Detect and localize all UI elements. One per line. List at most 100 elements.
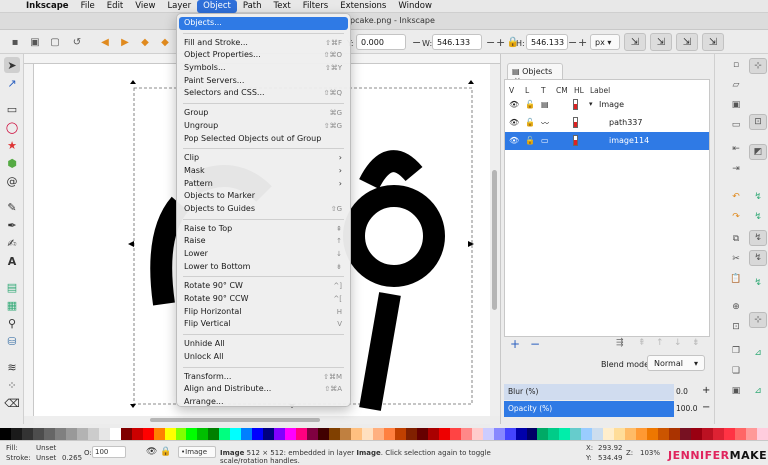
- h-input[interactable]: 546.133: [526, 34, 568, 50]
- stroke-width[interactable]: 0.265: [62, 454, 82, 462]
- select-in-all-layers-icon[interactable]: ▣: [26, 34, 44, 50]
- menu-item-symbols[interactable]: Symbols... ⇧⌘Y: [177, 62, 350, 75]
- move-patterns-icon[interactable]: ⇲: [702, 33, 724, 51]
- opacity-input[interactable]: 100: [92, 446, 126, 458]
- menu-item-ungroup[interactable]: Ungroup ⇧⌘G: [177, 120, 350, 133]
- snap-grid-icon[interactable]: ⊿: [751, 384, 765, 398]
- menu-item-transform[interactable]: Transform... ⇧⌘M: [177, 371, 350, 384]
- color-swatch[interactable]: [307, 428, 319, 440]
- blur-value[interactable]: 0.0: [676, 387, 688, 396]
- color-swatch[interactable]: [285, 428, 297, 440]
- star-tool-icon[interactable]: ★: [4, 137, 20, 153]
- y-decrement[interactable]: −: [412, 36, 421, 49]
- move-gradients-icon[interactable]: ⇲: [676, 33, 698, 51]
- blend-mode-select[interactable]: Normal ▾: [647, 355, 705, 371]
- color-swatch[interactable]: [570, 428, 582, 440]
- opacity-value[interactable]: 100.0: [676, 404, 697, 413]
- object-row-image114[interactable]: 👁 🔓 ▭ image114: [505, 132, 709, 150]
- text-tool-icon[interactable]: A: [4, 253, 20, 269]
- color-swatch[interactable]: [361, 428, 373, 440]
- menu-item-unhide-all[interactable]: Unhide All: [177, 338, 350, 351]
- menu-item-raise-to-top[interactable]: Raise to Top ⇞: [177, 223, 350, 236]
- color-swatch[interactable]: [427, 428, 439, 440]
- color-swatch[interactable]: [186, 428, 198, 440]
- rotate-right-icon[interactable]: ▶: [116, 34, 134, 50]
- menu-item-objects[interactable]: Objects...: [179, 17, 348, 30]
- redo-icon[interactable]: ↷: [729, 210, 743, 224]
- eye-icon[interactable]: 👁: [509, 100, 519, 109]
- menu-item-paint-servers[interactable]: Paint Servers...: [177, 75, 350, 88]
- raise-to-top-icon[interactable]: ⇞: [638, 338, 646, 348]
- select-all-icon[interactable]: ▪: [6, 34, 24, 50]
- rotate-left-icon[interactable]: ◀: [96, 34, 114, 50]
- pen-tool-icon[interactable]: ✒: [4, 217, 20, 233]
- mesh-tool-icon[interactable]: ▦: [4, 297, 20, 313]
- menu-item-lower-to-bottom[interactable]: Lower to Bottom ⇟: [177, 261, 350, 274]
- node-tool-icon[interactable]: ↗: [4, 75, 20, 91]
- group-objects-icon[interactable]: ▣: [729, 384, 743, 398]
- color-swatch[interactable]: [471, 428, 483, 440]
- clone-icon[interactable]: ❏: [729, 364, 743, 378]
- color-swatch[interactable]: [208, 428, 220, 440]
- menu-item-fill-and-stroke[interactable]: Fill and Stroke... ⇧⌘F: [177, 37, 350, 50]
- highlight-swatch[interactable]: [573, 117, 578, 128]
- menu-item-flip-vertical[interactable]: Flip Vertical V: [177, 318, 350, 331]
- color-swatch[interactable]: [329, 428, 341, 440]
- menu-item-pop-selected-objects-out-of-group[interactable]: Pop Selected Objects out of Group: [177, 133, 350, 146]
- color-swatch[interactable]: [0, 428, 11, 440]
- color-swatch[interactable]: [394, 428, 406, 440]
- color-swatch[interactable]: [197, 428, 209, 440]
- duplicate-icon[interactable]: ❐: [729, 344, 743, 358]
- color-swatch[interactable]: [65, 428, 77, 440]
- color-swatch[interactable]: [614, 428, 626, 440]
- color-swatch[interactable]: [537, 428, 549, 440]
- highlight-swatch[interactable]: [573, 135, 578, 146]
- menu-inkscape[interactable]: Inkscape: [20, 0, 75, 13]
- print-icon[interactable]: ▭: [729, 118, 743, 132]
- color-swatch[interactable]: [120, 428, 132, 440]
- menu-view[interactable]: View: [129, 0, 161, 13]
- eye-icon[interactable]: 👁: [509, 118, 519, 127]
- dropper-tool-icon[interactable]: ⚲: [4, 315, 20, 331]
- flip-vertical-icon[interactable]: ◆: [156, 34, 174, 50]
- zoom-value[interactable]: 103%: [640, 449, 660, 457]
- color-swatch[interactable]: [21, 428, 33, 440]
- color-swatch[interactable]: [438, 428, 450, 440]
- menu-filters[interactable]: Filters: [297, 0, 334, 13]
- color-swatch[interactable]: [548, 428, 560, 440]
- blur-slider[interactable]: Blur (%): [504, 384, 674, 400]
- menu-item-rotate-90-cw[interactable]: Rotate 90° CW ^]: [177, 280, 350, 293]
- y-input[interactable]: 0.000: [356, 34, 406, 50]
- selector-tool-icon[interactable]: ➤: [4, 57, 20, 73]
- flip-horizontal-icon[interactable]: ◆: [136, 34, 154, 50]
- zoom-icon[interactable]: ⊕: [729, 300, 743, 314]
- snap-page-icon[interactable]: ⊿: [751, 346, 765, 360]
- menu-window[interactable]: Window: [392, 0, 438, 13]
- h-decrement[interactable]: −: [568, 36, 577, 49]
- color-swatch[interactable]: [636, 428, 648, 440]
- highlight-swatch[interactable]: [573, 99, 578, 110]
- toggle-lock-icon[interactable]: 🔒: [160, 447, 171, 457]
- color-swatch[interactable]: [647, 428, 659, 440]
- toggle-visibility-icon[interactable]: 👁: [146, 447, 157, 457]
- color-swatch[interactable]: [318, 428, 330, 440]
- new-document-icon[interactable]: ▫: [729, 58, 743, 72]
- color-swatch[interactable]: [54, 428, 66, 440]
- menu-text[interactable]: Text: [268, 0, 297, 13]
- snap-edges-icon[interactable]: ◩: [749, 144, 767, 160]
- gradient-tool-icon[interactable]: ▤: [4, 279, 20, 295]
- color-swatch[interactable]: [296, 428, 308, 440]
- color-swatch[interactable]: [515, 428, 527, 440]
- eye-icon[interactable]: 👁: [509, 136, 519, 145]
- color-swatch[interactable]: [164, 428, 176, 440]
- color-swatch[interactable]: [87, 428, 99, 440]
- spiral-tool-icon[interactable]: @: [4, 173, 20, 189]
- color-swatch[interactable]: [10, 428, 22, 440]
- tweak-tool-icon[interactable]: ≋: [4, 359, 20, 375]
- color-swatch[interactable]: [131, 428, 143, 440]
- color-swatch[interactable]: [219, 428, 231, 440]
- 3d-box-tool-icon[interactable]: ⬢: [4, 155, 20, 171]
- import-icon[interactable]: ⇤: [729, 142, 743, 156]
- zoom-fit-icon[interactable]: ⊡: [729, 320, 743, 334]
- color-swatch[interactable]: [98, 428, 110, 440]
